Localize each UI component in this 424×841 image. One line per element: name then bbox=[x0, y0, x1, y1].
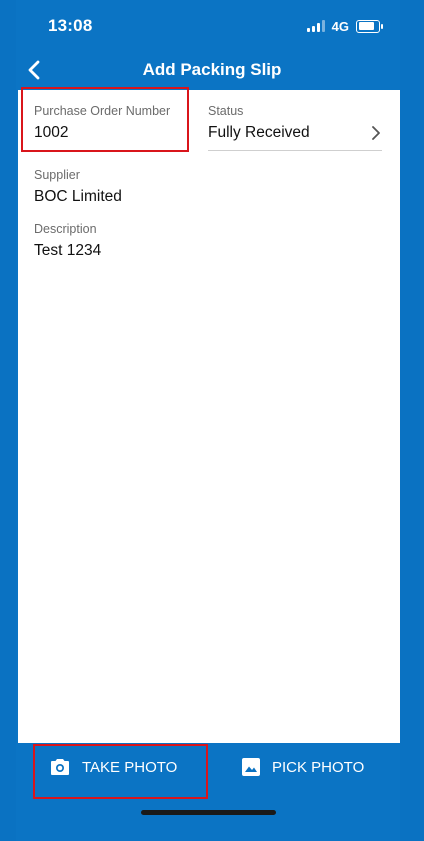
form-card: Purchase Order Number 1002 Status Fully … bbox=[18, 87, 400, 743]
pick-photo-button[interactable]: PICK PHOTO bbox=[242, 743, 364, 791]
status-label: Status bbox=[208, 104, 244, 118]
status-indicators: 4G bbox=[306, 18, 383, 34]
battery-icon bbox=[356, 19, 383, 33]
app-screen: 13:08 4G Add Packing Slip Purchase Order… bbox=[0, 0, 424, 841]
supplier-field: Supplier BOC Limited bbox=[34, 168, 122, 206]
image-icon bbox=[242, 758, 260, 776]
pick-photo-label: PICK PHOTO bbox=[272, 758, 365, 776]
description-value: Test 1234 bbox=[34, 242, 102, 259]
status-selector[interactable]: Fully Received bbox=[208, 124, 382, 151]
chevron-right-icon bbox=[372, 126, 380, 140]
status-bar: 13:08 4G bbox=[0, 0, 424, 52]
supplier-value: BOC Limited bbox=[34, 188, 122, 205]
status-time: 13:08 bbox=[48, 16, 93, 35]
description-label: Description bbox=[34, 222, 97, 236]
bottom-toolbar: TAKE PHOTO PICK PHOTO bbox=[18, 743, 400, 799]
signal-icon bbox=[306, 20, 325, 32]
page-title: Add Packing Slip bbox=[142, 60, 282, 79]
highlight-box-take-photo bbox=[33, 744, 208, 799]
network-type: 4G bbox=[331, 18, 349, 34]
highlight-box-po bbox=[21, 87, 189, 152]
description-field: Description Test 1234 bbox=[34, 222, 101, 260]
home-indicator[interactable] bbox=[141, 810, 276, 815]
status-value: Fully Received bbox=[208, 124, 310, 141]
supplier-label: Supplier bbox=[34, 168, 80, 182]
status-field[interactable]: Status Fully Received bbox=[208, 104, 382, 151]
nav-bar: Add Packing Slip bbox=[0, 52, 424, 90]
